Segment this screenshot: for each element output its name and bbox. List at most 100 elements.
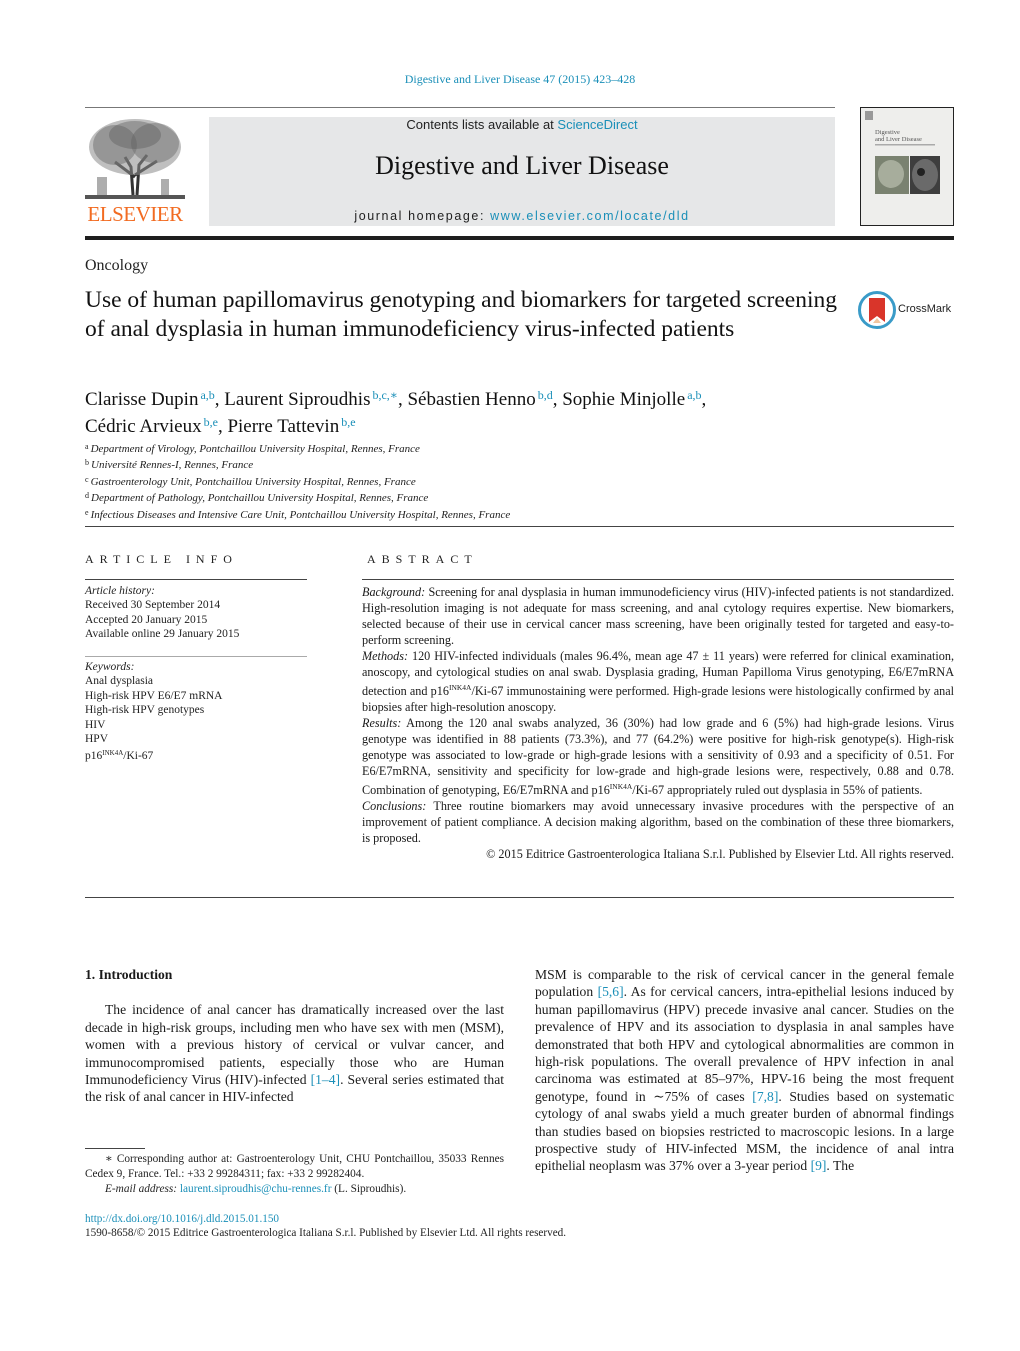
online-date: Available online 29 January 2015 (85, 628, 240, 641)
affiliation-text: Gastroenterology Unit, Pontchaillou Univ… (90, 475, 416, 488)
abstract-background: Background: Screening for anal dysplasia… (362, 584, 954, 648)
author-separator: , (214, 389, 225, 410)
body-text: . The (826, 1158, 855, 1174)
homepage-link[interactable]: www.elsevier.com/locate/dld (490, 209, 690, 223)
affiliation-key: e (85, 507, 89, 517)
author[interactable]: Laurent Siproudhis b,c,∗ (224, 388, 398, 410)
author-name[interactable]: Pierre Tattevin (227, 416, 339, 437)
author-affiliation-refs[interactable]: a,b (200, 388, 214, 402)
keyword: p16INK4A/Ki-67 (85, 746, 315, 763)
sciencedirect-link[interactable]: ScienceDirect (557, 117, 637, 132)
keyword-part: p16 (85, 750, 103, 763)
reference-link[interactable]: [1–4] (311, 1072, 340, 1087)
journal-citation-link[interactable]: Digestive and Liver Disease 47 (2015) 42… (405, 72, 636, 86)
keyword: High-risk HPV genotypes (85, 704, 205, 717)
author-name[interactable]: Cédric Arvieux (85, 416, 202, 437)
author[interactable]: Cédric Arvieux b,e (85, 415, 218, 437)
article-title: Use of human papillomavirus genotyping a… (85, 287, 838, 342)
divider (85, 897, 954, 898)
affiliation-key: a (85, 442, 89, 451)
article-history: Article history: Received 30 September 2… (85, 584, 315, 642)
affiliation-key: d (85, 491, 89, 501)
journal-banner: Contents lists available at ScienceDirec… (209, 117, 835, 226)
abstract-label: Methods: (362, 649, 409, 663)
author-affiliation-refs[interactable]: b,e (341, 415, 355, 429)
reference-link[interactable]: [7,8] (752, 1089, 778, 1104)
affiliation: b Université Rennes-I, Rennes, France (85, 456, 955, 472)
email-label: E-mail address: (105, 1182, 178, 1195)
affiliation: c Gastroenterology Unit, Pontchaillou Uni… (85, 473, 955, 489)
body-column-right: MSM is comparable to the risk of cervica… (535, 966, 954, 1175)
divider (85, 656, 307, 657)
author-name[interactable]: Clarisse Dupin (85, 389, 198, 410)
author-name[interactable]: Laurent Siproudhis (224, 389, 370, 410)
crossmark-label: CrossMark (898, 303, 952, 315)
abstract-heading: ABSTRACT (367, 552, 478, 566)
author[interactable]: Clarisse Dupin a,b (85, 388, 215, 410)
header-thick-rule (85, 236, 954, 240)
keywords: Keywords: Anal dysplasia High-risk HPV E… (85, 660, 315, 764)
keyword: Anal dysplasia (85, 675, 154, 688)
keyword-superscript: INK4A (102, 749, 124, 758)
body-column-left: 1. Introduction The incidence of anal ca… (85, 966, 504, 1106)
doi-link[interactable]: http://dx.doi.org/10.1016/j.dld.2015.01.… (85, 1213, 279, 1225)
cover-title-line2: and Liver Disease (875, 136, 922, 143)
author[interactable]: Sophie Minjolle a,b (562, 388, 701, 410)
abstract-text: Three routine biomarkers may avoid unnec… (362, 799, 954, 845)
abstract-label: Background: (362, 585, 426, 599)
author-affiliation-refs[interactable]: b,d (538, 388, 553, 402)
keyword-part: /Ki-67 (123, 750, 154, 763)
keyword: HPV (85, 733, 109, 746)
homepage-line: journal homepage: www.elsevier.com/locat… (209, 209, 835, 223)
received-date: Received 30 September 2014 (85, 599, 221, 612)
author-affiliation-refs[interactable]: a,b (687, 388, 701, 402)
affiliation-key: c (85, 474, 89, 484)
affiliation-text: Université Rennes-I, Rennes, France (91, 459, 254, 472)
introduction-heading: 1. Introduction (85, 967, 173, 982)
crossmark-button[interactable]: CrossMark (858, 291, 958, 331)
journal-cover-image: Digestive and Liver Disease (865, 111, 940, 194)
author[interactable]: Sébastien Henno b,d (407, 388, 553, 410)
abstract-label: Conclusions: (362, 799, 427, 813)
email-suffix: (L. Siproudhis). (331, 1182, 407, 1195)
author[interactable]: Pierre Tattevin b,e (227, 415, 355, 437)
body-text: . As for cervical cancers, intra-epithel… (535, 984, 955, 1104)
contents-line: Contents lists available at ScienceDirec… (209, 117, 835, 132)
superscript: INK4A (609, 782, 633, 791)
article-info-heading: ARTICLE INFO (85, 552, 238, 566)
keywords-label: Keywords: (85, 661, 135, 673)
reference-link[interactable]: [9] (811, 1158, 827, 1173)
divider (85, 526, 954, 527)
footnote-rule (85, 1148, 145, 1149)
abstract-methods: Methods: 120 HIV-infected individuals (m… (362, 648, 954, 715)
divider (362, 579, 954, 580)
running-head[interactable]: Digestive and Liver Disease 47 (2015) 42… (0, 72, 1020, 87)
abstract-conclusions: Conclusions: Three routine biomarkers ma… (362, 798, 954, 846)
affiliation-list: a Department of Virology, Pontchaillou Un… (85, 440, 955, 522)
reference-link[interactable]: [5,6] (598, 984, 624, 999)
author-list: Clarisse Dupin a,b, Laurent Siproudhis b,c… (85, 384, 955, 438)
author-separator: , (217, 416, 228, 437)
keyword: HIV (85, 718, 106, 731)
article-section: Oncology (85, 257, 149, 274)
journal-cover-thumbnail[interactable]: Digestive and Liver Disease (860, 107, 954, 226)
affiliation-text: Department of Virology, Pontchaillou Uni… (90, 443, 420, 455)
author-separator: , (552, 389, 563, 410)
header-rule (85, 107, 835, 108)
elsevier-wordmark: ELSEVIER (87, 202, 183, 226)
author-name[interactable]: Sébastien Henno (407, 389, 535, 410)
author-name[interactable]: Sophie Minjolle (562, 389, 685, 410)
body-paragraph: MSM is comparable to the risk of cervica… (535, 966, 954, 1175)
elsevier-logo[interactable]: ELSEVIER (85, 117, 185, 227)
email-line: E-mail address: laurent.siproudhis@chu-r… (85, 1182, 504, 1197)
keyword: High-risk HPV E6/E7 mRNA (85, 689, 223, 702)
contents-prefix: Contents lists available at (406, 117, 558, 132)
elsevier-tree-icon (85, 119, 185, 199)
abstract-text: /Ki-67 appropriately ruled out dysplasia… (632, 783, 923, 797)
affiliation: e Infectious Diseases and Intensive Care … (85, 506, 955, 522)
author-affiliation-refs[interactable]: b,e (204, 415, 218, 429)
abstract-text: Screening for anal dysplasia in human im… (362, 585, 954, 647)
affiliation: d Department of Pathology, Pontchaillou U… (85, 489, 955, 505)
author-affiliation-refs[interactable]: b,c,∗ (372, 388, 397, 402)
email-link[interactable]: laurent.siproudhis@chu-rennes.fr (180, 1183, 332, 1195)
